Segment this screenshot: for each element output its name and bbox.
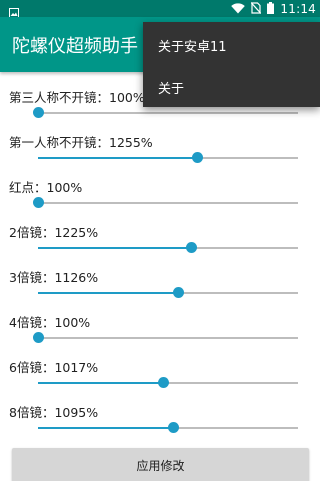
- seekbar[interactable]: [32, 197, 298, 208]
- seekbar-progress: [38, 427, 173, 429]
- setting-red-dot: 红点：100%: [0, 162, 320, 208]
- apply-changes-button[interactable]: 应用修改: [12, 448, 309, 481]
- setting-2x-scope: 2倍镜：1225%: [0, 207, 320, 253]
- setting-8x-scope: 8倍镜：1095%: [0, 387, 320, 433]
- setting-label: 4倍镜：100%: [9, 315, 91, 330]
- seekbar[interactable]: [38, 422, 298, 433]
- setting-6x-scope: 6倍镜：1017%: [0, 342, 320, 388]
- overflow-menu: 关于安卓11 关于: [143, 22, 320, 107]
- seekbar[interactable]: [38, 287, 298, 298]
- seekbar[interactable]: [32, 107, 298, 118]
- battery-icon: [267, 0, 275, 18]
- seekbar-thumb[interactable]: [167, 422, 179, 433]
- setting-4x-scope: 4倍镜：100%: [0, 297, 320, 343]
- status-time: 11:14: [280, 1, 316, 16]
- settings-list: 第三人称不开镜：100% 第一人称不开镜：1255% 红点：100% 2倍镜：1…: [0, 72, 320, 481]
- status-bar: 11:14: [0, 0, 320, 18]
- menu-item-about-android11[interactable]: 关于安卓11: [143, 24, 320, 66]
- app-screen: 11:14 陀螺仪超频助手 第三人称不开镜：100% 第一人称不开镜：1255%…: [0, 0, 320, 481]
- seekbar-progress: [38, 382, 163, 384]
- seekbar-progress: [38, 247, 191, 249]
- setting-label: 8倍镜：1095%: [9, 405, 99, 420]
- setting-first-person: 第一人称不开镜：1255%: [0, 117, 320, 163]
- wifi-icon: [231, 0, 246, 18]
- setting-label: 3倍镜：1126%: [9, 270, 99, 285]
- menu-item-about[interactable]: 关于: [143, 66, 320, 108]
- setting-3x-scope: 3倍镜：1126%: [0, 252, 320, 298]
- seekbar[interactable]: [32, 332, 298, 343]
- setting-label: 第一人称不开镜：1255%: [9, 135, 153, 150]
- seekbar-progress: [38, 292, 178, 294]
- seekbar[interactable]: [38, 377, 298, 388]
- no-sim-icon: [250, 0, 262, 18]
- seekbar[interactable]: [38, 242, 298, 253]
- app-title: 陀螺仪超频助手: [12, 36, 138, 57]
- setting-label: 2倍镜：1225%: [9, 225, 99, 240]
- seekbar[interactable]: [38, 152, 298, 163]
- setting-label: 第三人称不开镜：100%: [9, 90, 145, 105]
- setting-label: 6倍镜：1017%: [9, 360, 99, 375]
- seekbar-progress: [38, 157, 197, 159]
- image-icon: [9, 3, 19, 18]
- setting-label: 红点：100%: [9, 180, 83, 195]
